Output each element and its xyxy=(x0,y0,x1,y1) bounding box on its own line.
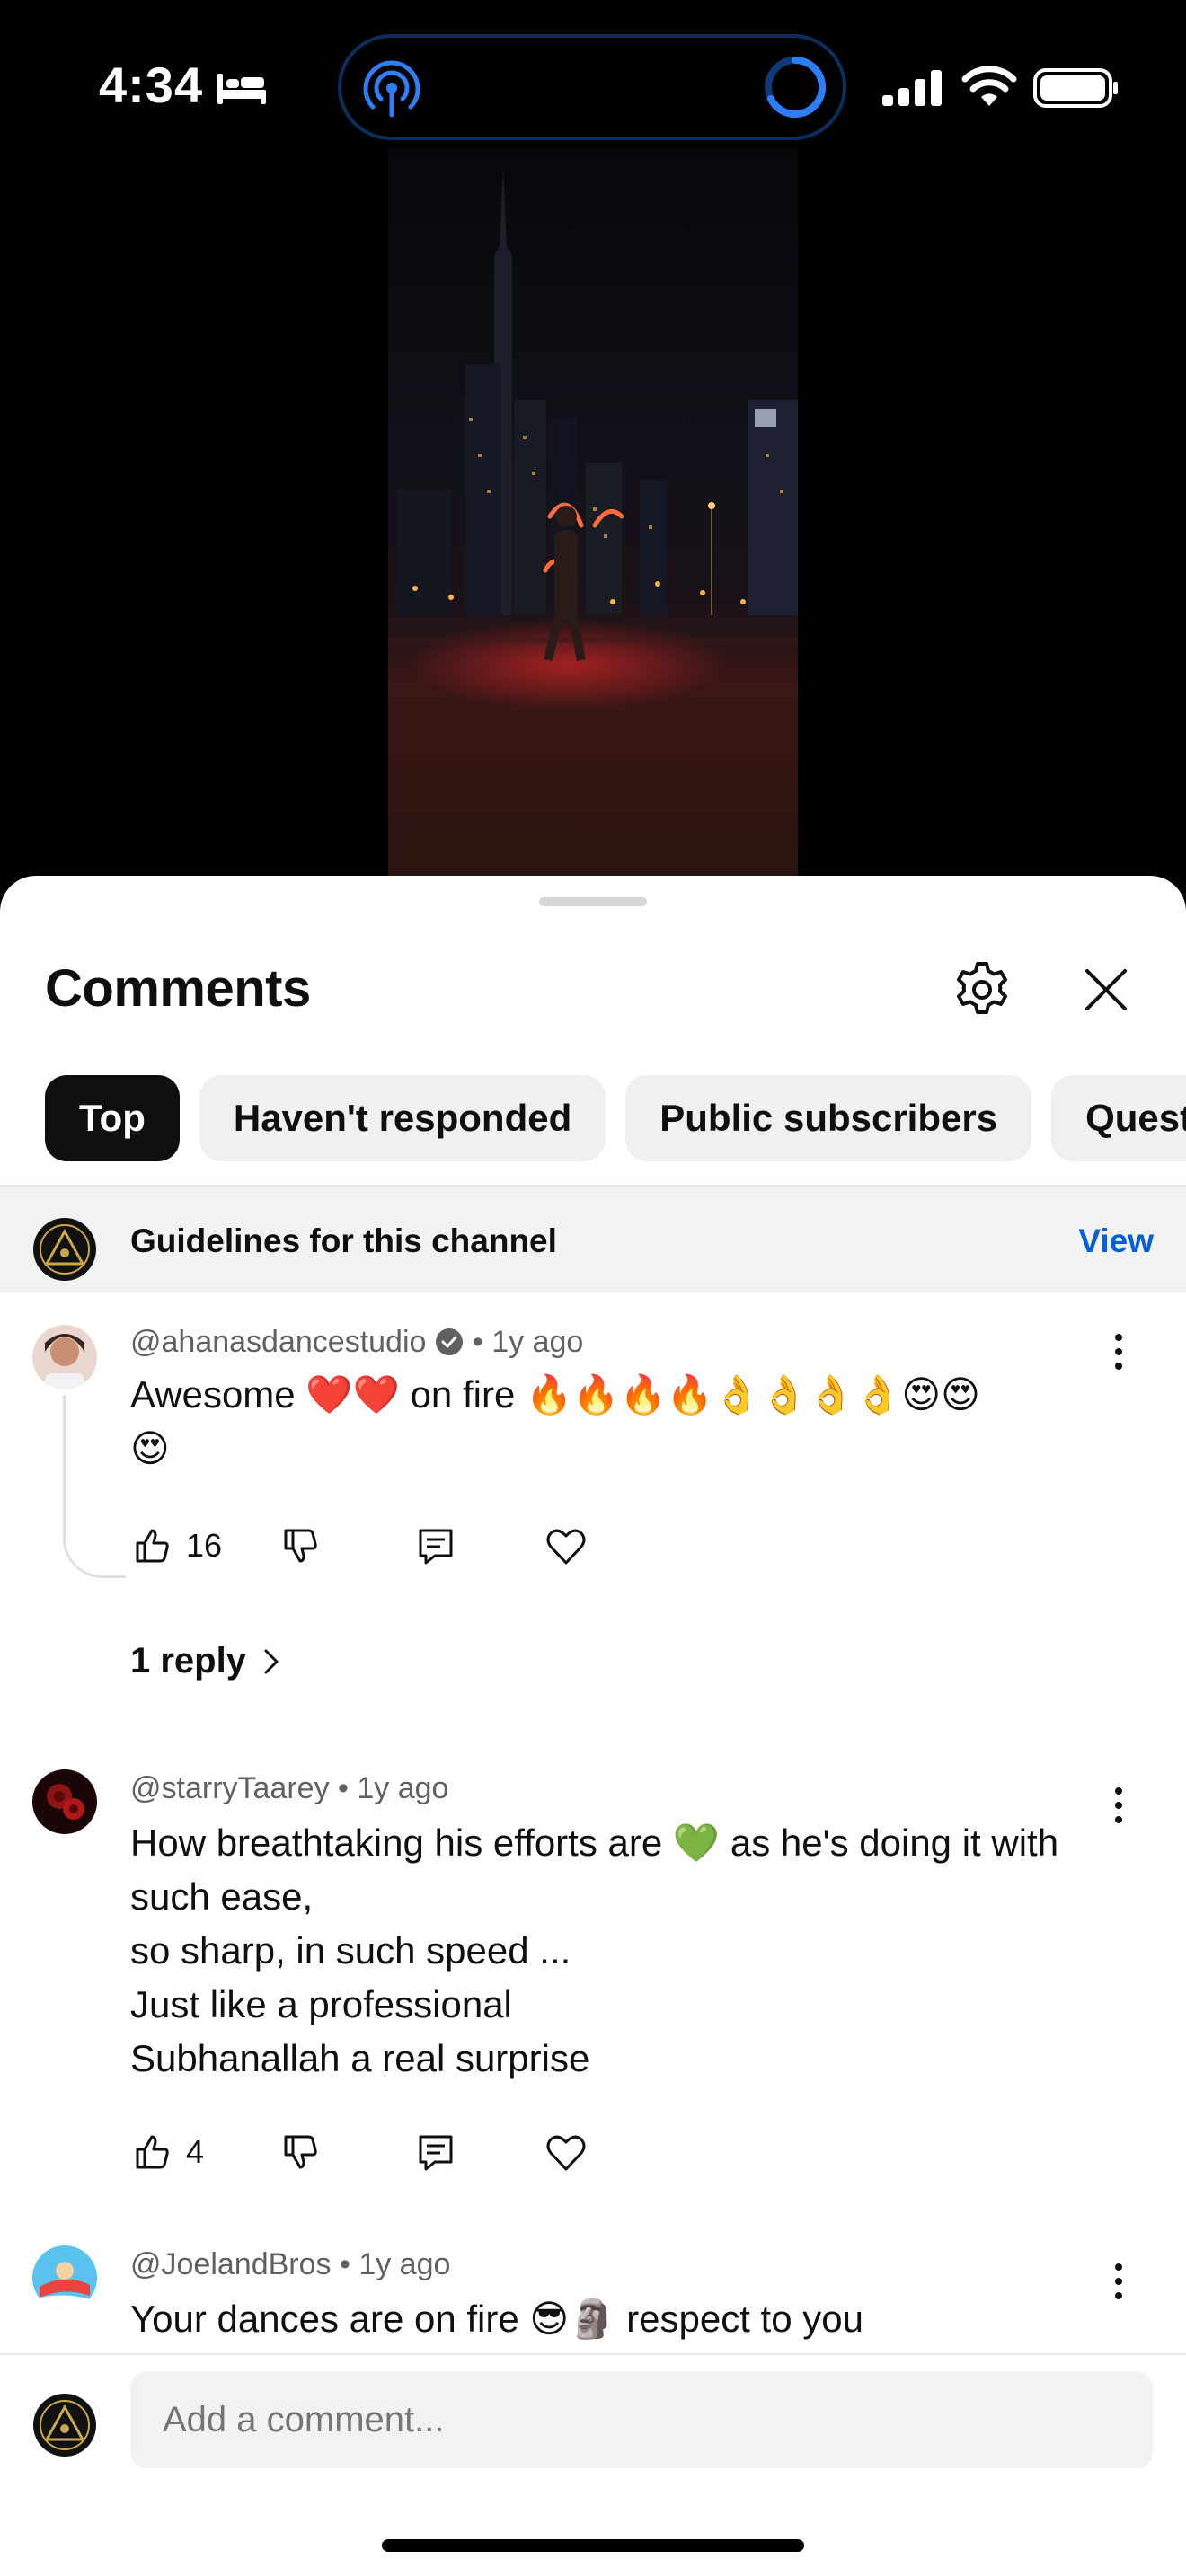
dislike-button[interactable] xyxy=(279,2125,323,2179)
add-comment-input[interactable] xyxy=(130,2371,1153,2468)
comment-author[interactable]: @starryTaarey xyxy=(130,1771,330,1805)
airdrop-icon xyxy=(363,60,420,118)
comment-text: How breathtaking his efforts are 💚 as he… xyxy=(130,1822,1059,2079)
chip-havent-responded[interactable]: Haven't responded xyxy=(199,1075,606,1161)
chip-questions[interactable]: Questions xyxy=(1051,1075,1186,1161)
commenter-avatar[interactable] xyxy=(32,1325,97,1389)
cellular-signal-icon xyxy=(882,70,942,106)
view-replies-link[interactable]: 1 reply xyxy=(130,1641,286,1681)
thumbs-up-icon xyxy=(136,1529,169,1563)
settings-gear-icon[interactable] xyxy=(951,958,1013,1021)
comment-author[interactable]: @ahanasdancestudio xyxy=(130,1325,426,1359)
battery-icon xyxy=(1033,68,1118,108)
commenter-avatar[interactable] xyxy=(32,2245,97,2310)
filter-chips: Top Haven't responded Public subscribers Qu… xyxy=(45,1075,1186,1161)
reply-comment-icon xyxy=(419,2135,453,2171)
video-player[interactable] xyxy=(388,148,798,876)
wifi-icon xyxy=(961,66,1017,106)
heart-icon xyxy=(546,1529,586,1565)
thumbs-down-icon xyxy=(284,1529,317,1563)
dislike-button[interactable] xyxy=(279,1519,323,1573)
thumbs-up-icon xyxy=(136,2135,169,2169)
like-button[interactable]: 4 xyxy=(130,2125,204,2179)
channel-guidelines-banner[interactable]: Guidelines for this channel View xyxy=(0,1185,1186,1292)
comment-item: @starryTaarey • 1y ago How breathtaking … xyxy=(0,1760,1186,2228)
heart-button[interactable] xyxy=(544,2125,589,2179)
comment-meta: @ahanasdancestudio • 1y ago xyxy=(130,1325,584,1359)
comments-sheet: Comments Top Haven't responded Public subs… xyxy=(0,876,1186,2576)
comment-meta: @JoelandBros • 1y ago xyxy=(130,2247,451,2281)
comment-text: Awesome ❤️❤️ on fire 🔥🔥🔥🔥👌👌👌👌😍😍 😍 xyxy=(130,1373,980,1469)
comment-author[interactable]: @JoelandBros xyxy=(130,2247,332,2281)
chip-top[interactable]: Top xyxy=(45,1075,180,1161)
sheet-drag-handle[interactable] xyxy=(539,897,647,906)
guidelines-text: Guidelines for this channel xyxy=(130,1222,557,1259)
comment-item: @JoelandBros • 1y ago Your dances are on… xyxy=(0,2236,1186,2353)
thumbs-down-icon xyxy=(284,2135,317,2169)
activity-ring-icon xyxy=(765,57,827,118)
reply-button[interactable] xyxy=(413,2125,458,2179)
sheet-title: Comments xyxy=(45,959,311,1018)
verified-badge-icon xyxy=(436,1328,464,1355)
video-frame xyxy=(388,166,798,710)
chip-public-subscribers[interactable]: Public subscribers xyxy=(625,1075,1032,1161)
like-count: 16 xyxy=(186,1527,223,1564)
reply-comment-icon xyxy=(419,1529,453,1565)
thread-connector xyxy=(63,1395,126,1578)
comment-meta: @starryTaarey • 1y ago xyxy=(130,1771,449,1805)
channel-avatar xyxy=(33,1218,96,1281)
home-indicator[interactable] xyxy=(382,2539,804,2552)
sleep-focus-icon xyxy=(217,74,266,104)
comment-text: Your dances are on fire 😎🗿 respect to yo… xyxy=(130,2298,863,2340)
comment-age: 1y ago xyxy=(357,1771,449,1805)
chevron-right-icon xyxy=(264,1649,279,1673)
heart-button[interactable] xyxy=(544,1519,589,1573)
commenter-avatar[interactable] xyxy=(32,1769,97,1834)
like-button[interactable]: 16 xyxy=(130,1519,222,1573)
comment-age: 1y ago xyxy=(358,2247,451,2281)
like-count: 4 xyxy=(186,2133,205,2170)
status-time: 4:34 xyxy=(99,57,204,113)
guidelines-view-link[interactable]: View xyxy=(1078,1222,1154,1260)
reply-button[interactable] xyxy=(413,1519,458,1573)
heart-icon xyxy=(546,2135,586,2171)
status-bar: 4:34 xyxy=(0,0,1186,171)
my-channel-avatar xyxy=(33,2394,96,2457)
close-icon[interactable] xyxy=(1078,962,1134,1018)
comment-age: 1y ago xyxy=(491,1325,584,1359)
